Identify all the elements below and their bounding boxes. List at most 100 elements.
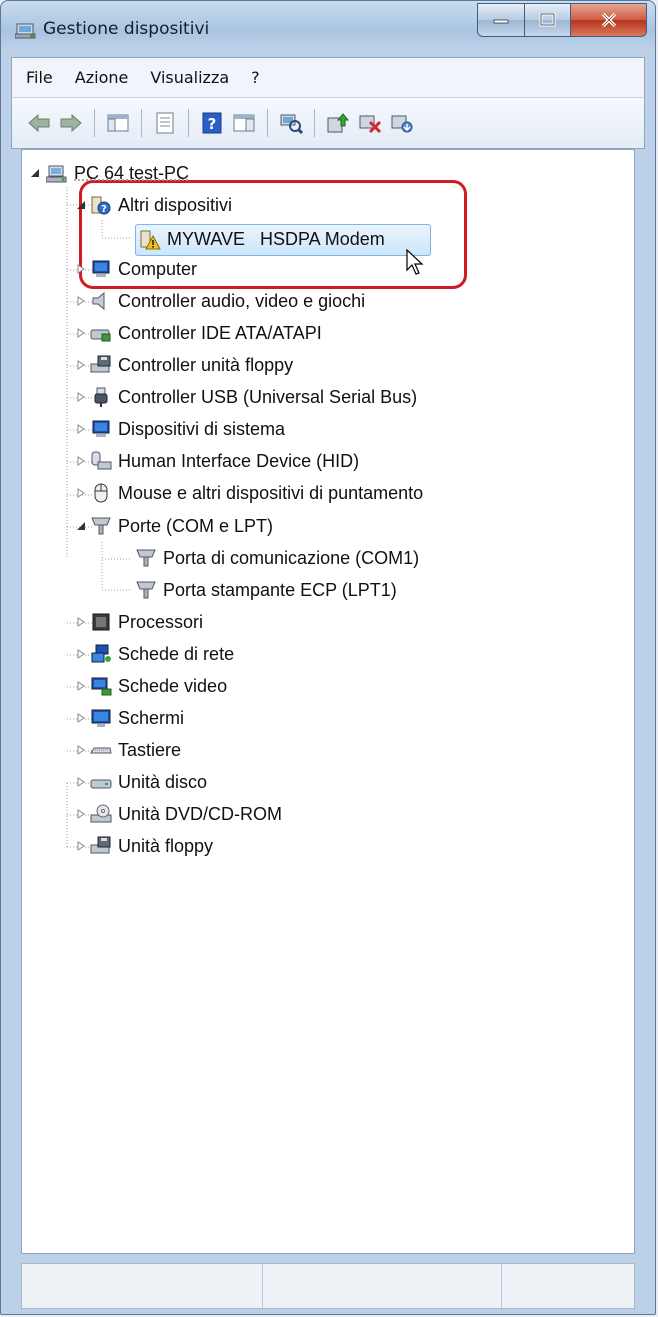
device-porta-lpt1[interactable]: Porta stampante ECP (LPT1) bbox=[135, 575, 397, 605]
dvd-drive-icon bbox=[90, 804, 112, 823]
expand-arrow-icon[interactable] bbox=[76, 328, 86, 338]
menu-file[interactable]: File bbox=[26, 68, 53, 87]
console-tree-button[interactable] bbox=[103, 108, 133, 138]
device-mywave-hsdpa-modem[interactable]: MYWAVE HSDPA Modem bbox=[135, 224, 385, 254]
close-button[interactable] bbox=[571, 3, 647, 37]
category-tastiere[interactable]: Tastiere bbox=[76, 735, 181, 765]
device-label: MYWAVE HSDPA Modem bbox=[167, 228, 385, 249]
minimize-icon bbox=[493, 19, 509, 24]
category-label: Altri dispositivi bbox=[118, 194, 233, 215]
properties-button[interactable] bbox=[150, 108, 180, 138]
expand-arrow-icon[interactable] bbox=[76, 424, 86, 434]
device-label: Porta di comunicazione (COM1) bbox=[163, 547, 420, 568]
category-label: Porte (COM e LPT) bbox=[118, 515, 274, 536]
category-label: Controller unità floppy bbox=[118, 354, 294, 375]
category-controller-floppy[interactable]: Controller unità floppy bbox=[76, 350, 293, 380]
category-processori[interactable]: Processori bbox=[76, 607, 203, 637]
category-label: Dispositivi di sistema bbox=[118, 418, 286, 439]
scan-hardware-button[interactable] bbox=[276, 108, 306, 138]
category-dispositivi-sistema[interactable]: Dispositivi di sistema bbox=[76, 414, 285, 444]
properties-icon bbox=[156, 112, 174, 134]
expand-arrow-icon[interactable] bbox=[76, 488, 86, 498]
expand-arrow-icon[interactable] bbox=[76, 392, 86, 402]
collapse-arrow-icon[interactable] bbox=[76, 521, 86, 531]
menu-bar: File Azione Visualizza ? bbox=[11, 57, 645, 97]
svg-text:?: ? bbox=[208, 115, 217, 133]
back-button[interactable] bbox=[24, 108, 54, 138]
port-connector-icon bbox=[91, 517, 111, 535]
disable-device-button[interactable] bbox=[355, 108, 385, 138]
maximize-button[interactable] bbox=[525, 3, 571, 37]
menu-azione[interactable]: Azione bbox=[75, 68, 129, 87]
category-altri-dispositivi[interactable]: ? Altri dispositivi bbox=[76, 190, 232, 220]
expand-arrow-icon[interactable] bbox=[76, 745, 86, 755]
tree-root-computer-name[interactable]: PC 64 test-PC bbox=[30, 158, 189, 188]
device-tree[interactable]: PC 64 test-PC ? Altri dispositivi MYWAVE… bbox=[21, 149, 635, 1254]
help-button[interactable]: ? bbox=[197, 108, 227, 138]
network-adapter-icon bbox=[91, 644, 111, 663]
toolbar-separator bbox=[94, 109, 95, 137]
category-label: Schermi bbox=[118, 707, 185, 728]
uninstall-device-icon bbox=[391, 115, 413, 133]
status-cell bbox=[263, 1264, 502, 1308]
expand-arrow-icon[interactable] bbox=[76, 456, 86, 466]
uninstall-device-button[interactable] bbox=[387, 108, 417, 138]
update-driver-button[interactable] bbox=[323, 108, 353, 138]
computer-icon bbox=[92, 260, 110, 277]
device-porta-com1[interactable]: Porta di comunicazione (COM1) bbox=[135, 543, 419, 573]
collapse-arrow-icon[interactable] bbox=[76, 200, 86, 210]
expand-arrow-icon[interactable] bbox=[76, 777, 86, 787]
expand-arrow-icon[interactable] bbox=[76, 681, 86, 691]
mouse-cursor-icon bbox=[406, 249, 424, 275]
category-label: Processori bbox=[118, 611, 204, 632]
category-unita-disco[interactable]: Unità disco bbox=[76, 767, 207, 797]
show-hide-console-tree-icon bbox=[107, 114, 129, 132]
expand-arrow-icon[interactable] bbox=[76, 360, 86, 370]
category-schermi[interactable]: Schermi bbox=[76, 703, 184, 733]
title-bar[interactable]: Gestione dispositivi bbox=[1, 1, 655, 55]
category-controller-ide[interactable]: Controller IDE ATA/ATAPI bbox=[76, 318, 322, 348]
category-hid[interactable]: Human Interface Device (HID) bbox=[76, 446, 359, 476]
svg-text:?: ? bbox=[101, 204, 107, 215]
hid-icon bbox=[91, 451, 112, 470]
category-porte[interactable]: Porte (COM e LPT) bbox=[76, 511, 273, 541]
forward-button[interactable] bbox=[56, 108, 86, 138]
device-manager-window: Gestione dispositivi File Azione Visuali… bbox=[0, 0, 656, 1315]
expand-arrow-icon[interactable] bbox=[76, 296, 86, 306]
port-connector-icon bbox=[136, 581, 156, 599]
usb-plug-icon bbox=[94, 387, 108, 407]
category-schede-video[interactable]: Schede video bbox=[76, 671, 227, 701]
menu-visualizza[interactable]: Visualizza bbox=[150, 68, 229, 87]
category-label: Controller USB (Universal Serial Bus) bbox=[118, 386, 418, 407]
expand-arrow-icon[interactable] bbox=[76, 649, 86, 659]
help-icon: ? bbox=[202, 112, 222, 134]
menu-help[interactable]: ? bbox=[251, 68, 260, 87]
category-controller-usb[interactable]: Controller USB (Universal Serial Bus) bbox=[76, 382, 417, 412]
category-unita-dvd[interactable]: Unità DVD/CD-ROM bbox=[76, 799, 282, 829]
expand-arrow-icon[interactable] bbox=[76, 264, 86, 274]
category-controller-audio[interactable]: Controller audio, video e giochi bbox=[76, 286, 365, 316]
action-pane-button[interactable] bbox=[229, 108, 259, 138]
category-label: Mouse e altri dispositivi di puntamento bbox=[118, 482, 424, 503]
expand-arrow-icon[interactable] bbox=[76, 841, 86, 851]
category-label: Human Interface Device (HID) bbox=[118, 450, 360, 471]
toolbar-separator bbox=[267, 109, 268, 137]
category-computer[interactable]: Computer bbox=[76, 254, 197, 284]
device-manager-icon bbox=[14, 21, 36, 39]
speaker-icon bbox=[92, 291, 105, 311]
category-mouse[interactable]: Mouse e altri dispositivi di puntamento bbox=[76, 478, 423, 508]
toolbar: ? bbox=[11, 97, 645, 149]
expand-arrow-icon[interactable] bbox=[76, 617, 86, 627]
minimize-button[interactable] bbox=[477, 3, 525, 37]
category-schede-rete[interactable]: Schede di rete bbox=[76, 639, 234, 669]
maximize-icon bbox=[539, 13, 555, 27]
system-devices-icon bbox=[92, 420, 110, 437]
computer-root-icon bbox=[46, 165, 67, 183]
toolbar-separator bbox=[141, 109, 142, 137]
category-unita-floppy[interactable]: Unità floppy bbox=[76, 831, 213, 861]
warning-device-icon bbox=[140, 230, 161, 250]
expand-arrow-icon[interactable] bbox=[76, 713, 86, 723]
collapse-arrow-icon[interactable] bbox=[30, 168, 40, 178]
status-cell bbox=[22, 1264, 263, 1308]
expand-arrow-icon[interactable] bbox=[76, 809, 86, 819]
